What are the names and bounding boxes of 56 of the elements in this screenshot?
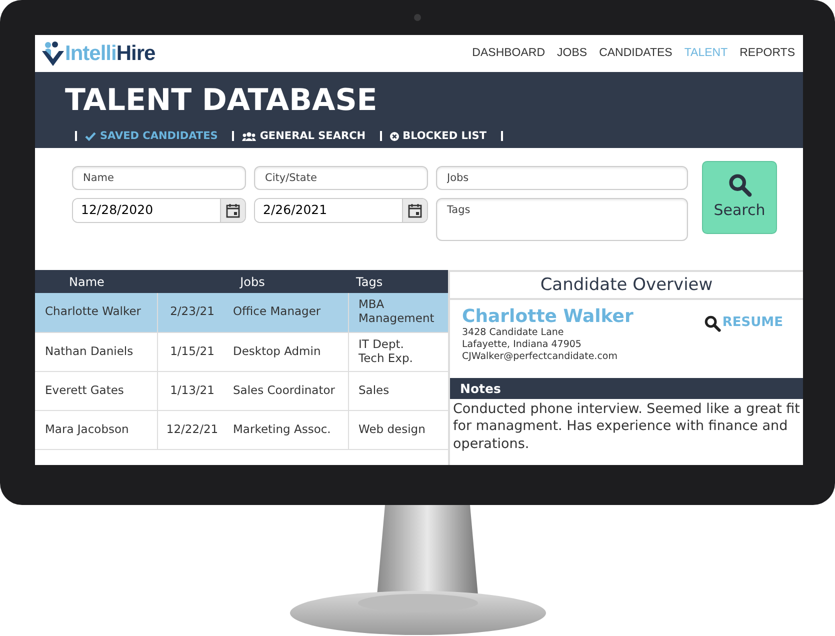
address-line: 3428 Candidate Lane xyxy=(462,326,565,340)
table-cell: Desktop Admin xyxy=(227,332,348,371)
table-cell: 1/13/21 xyxy=(157,371,227,410)
search-icon xyxy=(704,314,722,332)
table-row[interactable]: Nathan Daniels 1/15/21 Desktop Admin IT Dept. Tech Exp. xyxy=(35,332,448,371)
header-tab[interactable]: SAVED CANDIDATES xyxy=(75,131,232,141)
table-cell: 1/15/21 xyxy=(157,332,227,371)
city-state-field[interactable]: City/State xyxy=(254,166,428,190)
nav-link[interactable]: JOBS xyxy=(557,44,588,62)
logo-icon xyxy=(41,40,65,66)
table-cell: Everett Gates xyxy=(35,371,157,410)
logo-text: IntelliHire xyxy=(65,40,156,67)
table-cell: Office Manager xyxy=(227,293,348,332)
users-icon xyxy=(242,132,256,140)
date-field[interactable]: 2/26/2021 xyxy=(254,198,428,223)
table-cell: Marketing Assoc. xyxy=(227,410,348,449)
table-row[interactable]: Charlotte Walker 2/23/21 Office Manager MBA Management xyxy=(35,293,448,332)
header-tab[interactable]: BLOCKED LIST xyxy=(380,131,503,141)
name-field[interactable]: Name xyxy=(72,166,246,190)
table-cell: IT Dept. Tech Exp. xyxy=(348,332,448,371)
notes-text: Conducted phone interview. Seemed like a great fit for managment. Has experience with finance and operations. xyxy=(452,400,801,453)
notes-header: Notes xyxy=(450,378,803,399)
calendar-icon xyxy=(408,203,422,218)
table-cell: 2/23/21 xyxy=(157,293,227,332)
table-row[interactable]: Mara Jacobson 12/22/21 Marketing Assoc. Web design xyxy=(35,410,448,449)
column-header: Name xyxy=(35,270,157,293)
table-cell: Mara Jacobson xyxy=(35,410,157,449)
header-tab[interactable]: GENERAL SEARCH xyxy=(232,131,380,141)
calendar-button[interactable] xyxy=(402,199,427,222)
calendar-icon xyxy=(226,203,240,218)
table-cell: Nathan Daniels xyxy=(35,332,157,371)
tags-field[interactable]: Tags xyxy=(436,198,688,241)
nav-link[interactable]: DASHBOARD xyxy=(472,44,546,62)
column-header: Jobs xyxy=(157,270,348,293)
panel-title: Candidate Overview xyxy=(450,270,803,300)
address-line: Lafayette, Indiana 47905 xyxy=(462,339,582,352)
search-button[interactable]: Search xyxy=(702,161,777,234)
nav-link[interactable]: CANDIDATES xyxy=(599,44,672,62)
table-cell: Sales xyxy=(348,371,448,410)
calendar-button[interactable] xyxy=(220,199,245,222)
table-cell: 12/22/21 xyxy=(157,410,227,449)
table-cell: Web design xyxy=(348,410,448,449)
table-cell: Charlotte Walker xyxy=(35,293,157,332)
close-circle-icon xyxy=(390,132,399,140)
table-cell: Sales Coordinator xyxy=(227,371,348,410)
search-icon xyxy=(728,173,752,198)
nav-link[interactable]: REPORTS xyxy=(740,44,795,62)
table-cell: MBA Management xyxy=(348,293,448,332)
page-title: TALENT DATABASE xyxy=(65,86,378,116)
date-field[interactable]: 12/28/2020 xyxy=(72,198,246,223)
table-row[interactable]: Everett Gates 1/13/21 Sales Coordinator Sales xyxy=(35,371,448,410)
check-icon xyxy=(85,132,96,140)
email-text: CJWalker@perfectcandidate.com xyxy=(462,351,618,364)
candidate-name: Charlotte Walker xyxy=(462,307,634,327)
column-header: Tags xyxy=(348,270,448,293)
camera-icon xyxy=(414,14,421,21)
